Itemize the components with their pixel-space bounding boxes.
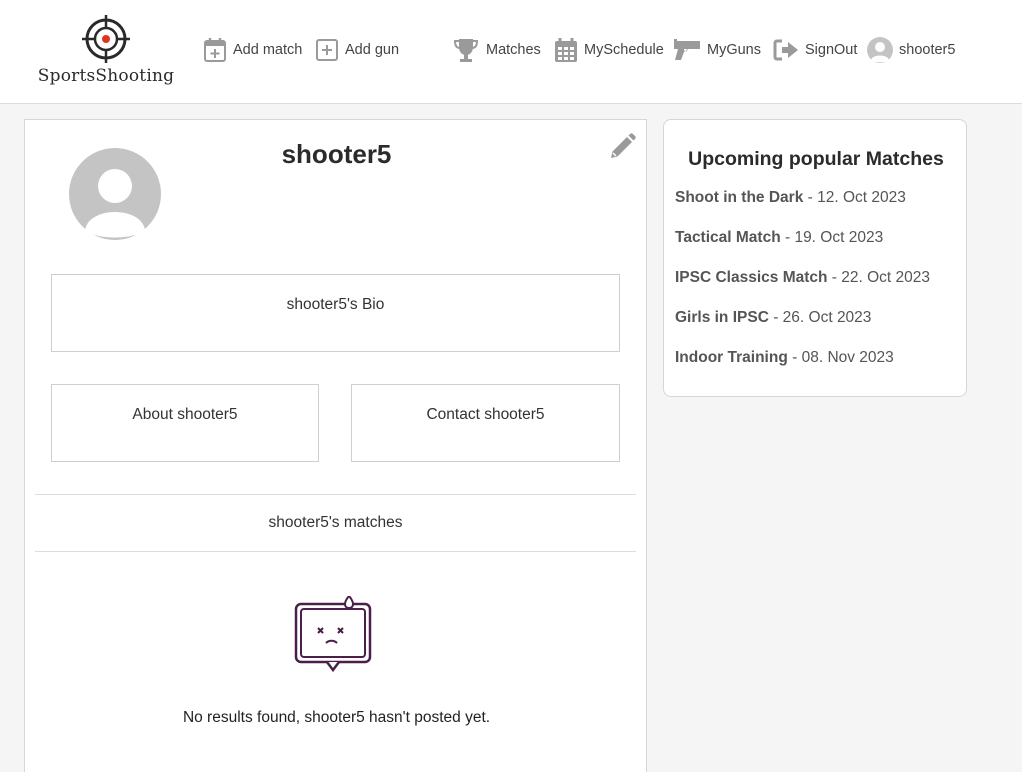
calendar-plus-icon (204, 38, 226, 62)
nav-guns[interactable]: MyGuns (673, 36, 761, 64)
upcoming-matches-card: Upcoming popular Matches Shoot in the Da… (663, 119, 967, 397)
bio-label: shooter5's Bio (286, 296, 385, 313)
top-navbar: SportsShooting Add match Add gun Matches… (0, 0, 1022, 104)
profile-card: shooter5 shooter5's Bio About shooter5 C… (24, 119, 647, 772)
brand-name: SportsShooting (37, 66, 175, 86)
match-name: Girls in IPSC (675, 309, 769, 326)
match-date: - 22. Oct 2023 (827, 269, 931, 286)
nav-add-gun[interactable]: Add gun (315, 36, 399, 64)
about-label: About shooter5 (132, 406, 238, 423)
nav-signout-label: SignOut (805, 42, 858, 58)
upcoming-title: Upcoming popular Matches (688, 148, 944, 170)
upcoming-match-item[interactable]: Tactical Match - 19. Oct 2023 (675, 229, 883, 247)
pencil-edit-icon[interactable] (608, 133, 636, 161)
nav-user-profile[interactable]: shooter5 (867, 36, 955, 64)
square-plus-icon (316, 39, 338, 61)
pistol-icon (674, 39, 700, 60)
match-name: Indoor Training (675, 349, 788, 366)
trophy-icon (453, 39, 479, 62)
matches-section-header: shooter5's matches (35, 494, 636, 552)
nav-user-label: shooter5 (899, 42, 956, 58)
calendar-icon (555, 38, 577, 62)
upcoming-match-item[interactable]: Indoor Training - 08. Nov 2023 (675, 349, 894, 367)
empty-state-text: No results found, shooter5 hasn't posted… (182, 709, 491, 726)
match-name: IPSC Classics Match (675, 269, 828, 286)
matches-section-label: shooter5's matches (268, 514, 403, 531)
match-date: - 19. Oct 2023 (780, 229, 884, 246)
sign-out-icon (773, 39, 798, 61)
upcoming-match-item[interactable]: Shoot in the Dark - 12. Oct 2023 (675, 189, 906, 207)
profile-username: shooter5 (281, 139, 392, 169)
about-box[interactable]: About shooter5 (51, 384, 319, 462)
nav-signout[interactable]: SignOut (773, 36, 857, 64)
nav-add-match-label: Add match (233, 42, 303, 58)
nav-matches[interactable]: Matches (452, 36, 541, 64)
brand-logo[interactable]: SportsShooting (36, 14, 176, 90)
match-date: - 12. Oct 2023 (803, 189, 906, 206)
contact-label: Contact shooter5 (426, 406, 545, 423)
user-avatar-icon (867, 37, 893, 63)
contact-box[interactable]: Contact shooter5 (351, 384, 620, 462)
nav-schedule-label: MySchedule (584, 42, 664, 58)
crosshair-logo-icon (82, 15, 130, 63)
nav-schedule[interactable]: MySchedule (554, 36, 664, 64)
match-name: Tactical Match (675, 229, 781, 246)
match-date: - 08. Nov 2023 (787, 349, 894, 366)
sad-face-empty-icon (294, 596, 372, 673)
upcoming-match-item[interactable]: Girls in IPSC - 26. Oct 2023 (675, 309, 871, 327)
match-date: - 26. Oct 2023 (768, 309, 872, 326)
nav-add-match[interactable]: Add match (203, 36, 302, 64)
nav-add-gun-label: Add gun (345, 42, 400, 58)
bio-box[interactable]: shooter5's Bio (51, 274, 620, 352)
match-name: Shoot in the Dark (675, 189, 804, 206)
nav-matches-label: Matches (486, 42, 541, 58)
nav-guns-label: MyGuns (707, 42, 761, 58)
upcoming-match-item[interactable]: IPSC Classics Match - 22. Oct 2023 (675, 269, 930, 287)
